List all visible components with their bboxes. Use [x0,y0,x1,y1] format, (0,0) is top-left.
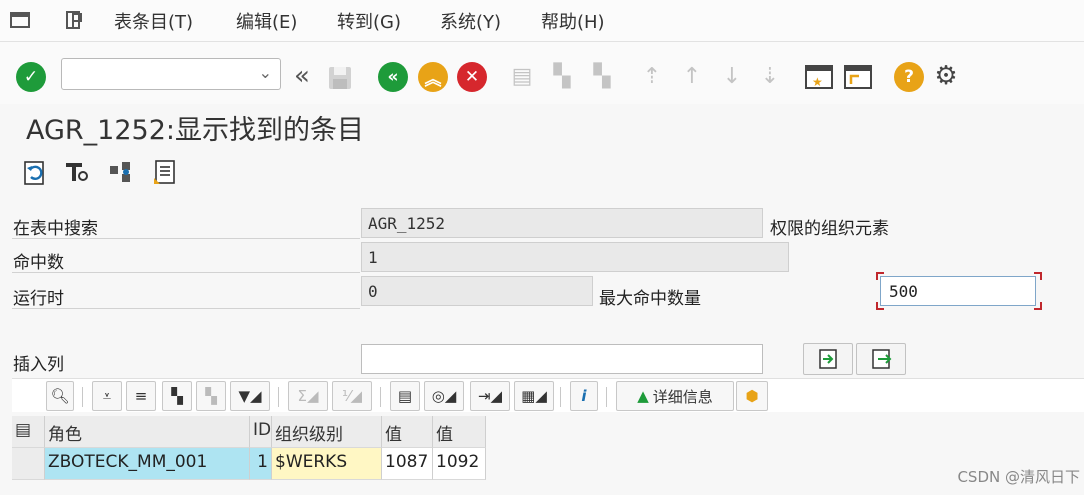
details-label: 详细信息 [652,387,713,406]
row-selector[interactable] [12,448,45,480]
focus-corner [876,272,884,280]
export-icon[interactable]: ⇥◢ [470,381,510,411]
new-session-icon[interactable]: ★ [804,62,834,92]
menu-icon[interactable] [10,10,32,30]
standard-toolbar: ✓ ⌄ « « ︽ ✕ ▤ ▚ ▚ ⇡ ↑ ↓ ⇣ ★ ? ⚙ [0,42,1084,104]
page-title: AGR_1252:显示找到的条目 [26,115,364,146]
details-button[interactable]: ▲ 详细信息 [616,381,734,411]
insert-icon [819,349,837,369]
check-icon[interactable]: ✓ [16,62,46,92]
runtime-label: 运行时 [13,289,64,309]
column-header[interactable]: 组织级别 [272,416,382,448]
menu-bar: 表条目(T) 编辑(E) 转到(G) 系统(Y) 帮助(H) [0,0,1084,42]
separator [82,387,83,407]
triangle-icon: ▲ [637,387,649,405]
max-hits-label: 最大命中数量 [599,289,701,309]
menu-system[interactable]: 系统(Y) [440,8,501,34]
subtotal-icon: ⅟◢ [332,381,372,411]
print-icon: ▤ [511,63,533,89]
separator [560,387,561,407]
view-icon[interactable]: ◎◢ [424,381,464,411]
separator [380,387,381,407]
append-column-button[interactable] [856,343,906,375]
filter-icon[interactable]: ▼◢ [230,381,270,411]
exit-icon[interactable]: ︽ [418,62,448,92]
settings-icon[interactable]: ⚙ [932,61,960,91]
divider [12,308,360,309]
watermark: CSDN @清风日下 [957,468,1080,486]
max-hits-input[interactable]: 500 [880,276,1036,306]
zoom-icon[interactable]: 🔍︎ [46,381,74,411]
focus-corner [1034,272,1042,280]
table-cell[interactable]: 1087 [382,448,433,480]
find-icon: ▚ [553,63,571,89]
menu-edit[interactable]: 编辑(E) [236,8,297,34]
append-icon [872,349,892,369]
layout-icon[interactable] [64,10,86,30]
table-cell[interactable]: ZBOTECK_MM_001 [45,448,250,480]
search-in-table-field: AGR_1252 [361,208,763,238]
save-icon [329,67,351,89]
sort-ascending-icon[interactable]: ⩡ [92,381,122,411]
svg-text:★: ★ [812,75,823,89]
table-cell[interactable]: 1 [250,448,272,480]
menu-goto[interactable]: 转到(G) [337,8,401,34]
tools-icon[interactable] [64,158,90,186]
focus-corner [1034,302,1042,310]
print-icon[interactable]: ▤ [390,381,420,411]
menu-help[interactable]: 帮助(H) [541,8,605,34]
find-next-icon: ▚ [196,381,226,411]
info-icon[interactable]: i [570,381,598,411]
refresh-icon[interactable] [22,158,48,186]
first-page-icon: ⇡ [642,63,662,89]
table-cell[interactable]: $WERKS [272,448,382,480]
hits-label: 命中数 [13,253,64,273]
chevron-down-icon[interactable]: ⌄ [259,63,272,82]
insert-column-input[interactable] [361,344,763,374]
divider [12,272,360,273]
column-header[interactable]: 值 [433,416,486,448]
find-icon[interactable]: ▚ [162,381,192,411]
column-header[interactable]: 角色 [45,416,250,448]
next-page-icon: ↓ [722,63,742,89]
structure-icon[interactable] [108,158,134,186]
search-in-table-label: 在表中搜索 [13,219,98,239]
runtime-field: 0 [361,276,593,306]
back-arrows-icon[interactable]: « [288,61,316,91]
last-page-icon: ⇣ [760,63,780,89]
menu-table-entry[interactable]: 表条目(T) [114,8,193,34]
sort-descending-icon[interactable]: ≡ [126,381,156,411]
column-header[interactable]: ID [250,416,272,448]
help-icon[interactable]: ? [894,62,924,92]
column-header[interactable]: 值 [382,416,433,448]
prev-page-icon: ↑ [682,63,702,89]
table-description: 权限的组织元素 [770,219,889,239]
insert-column-label: 插入列 [13,355,64,375]
cancel-icon[interactable]: ✕ [457,62,487,92]
select-all-icon[interactable]: ▤ [12,416,45,448]
grid-toolbar: 🔍︎ ⩡ ≡ ▚ ▚ ▼◢ Σ◢ ⅟◢ ▤ ◎◢ ⇥◢ ▦◢ i ▲ 详细信息 … [12,378,1084,412]
table-cell[interactable]: 1092 [433,448,486,480]
focus-corner [876,302,884,310]
separator [606,387,607,407]
insert-column-button[interactable] [803,343,853,375]
sum-icon: Σ◢ [288,381,328,411]
shortcut-icon[interactable] [843,62,873,92]
find-next-icon: ▚ [593,63,611,89]
hits-field: 1 [361,242,789,272]
back-icon[interactable]: « [378,62,408,92]
transport-icon[interactable]: ⬢ [736,381,768,411]
command-field[interactable]: ⌄ [61,58,281,90]
layout-icon[interactable]: ▦◢ [514,381,554,411]
document-icon[interactable] [152,158,178,186]
divider [12,238,360,239]
separator [278,387,279,407]
